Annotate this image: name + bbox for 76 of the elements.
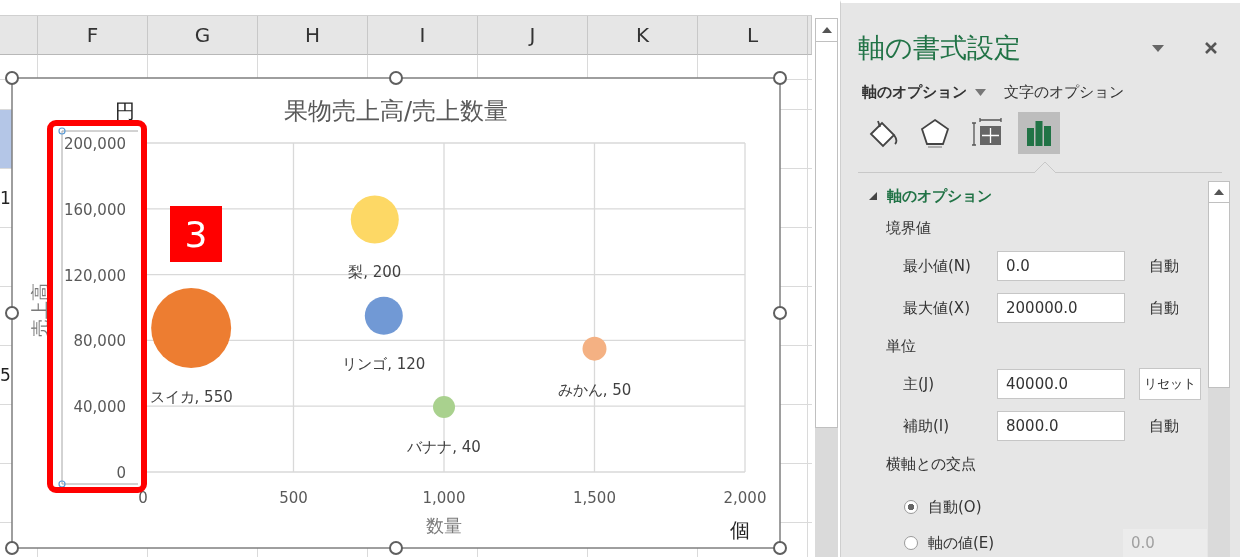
- reset-button[interactable]: リセット: [1139, 368, 1201, 400]
- bar-chart-icon: [1024, 118, 1054, 148]
- group-label: 境界値: [885, 217, 932, 239]
- resize-handle[interactable]: [5, 71, 19, 85]
- input-field[interactable]: 40000.0: [997, 369, 1125, 399]
- data-label: 梨, 200: [348, 263, 402, 282]
- axis-tick-label: 1,000: [422, 489, 466, 507]
- chart-title: 果物売上高/売上数量: [283, 97, 509, 125]
- pane-title: 軸の書式設定: [858, 31, 1022, 65]
- scroll-up-button[interactable]: [1208, 181, 1230, 203]
- data-label: バナナ, 40: [407, 438, 481, 456]
- scroll-up-button[interactable]: [815, 18, 838, 42]
- radio-button[interactable]: [904, 500, 918, 514]
- column-header[interactable]: G: [148, 16, 258, 55]
- axis-tick-label: 40,000: [73, 398, 126, 417]
- size-properties-icon: [971, 117, 1003, 149]
- auto-label: 自動: [1149, 298, 1179, 318]
- pentagon-icon: [919, 117, 951, 149]
- input-field[interactable]: 8000.0: [997, 411, 1125, 441]
- radio-label[interactable]: 自動(O): [928, 497, 982, 517]
- field-label: 補助(I): [903, 416, 951, 436]
- group-label: 単位: [885, 335, 917, 357]
- section-title[interactable]: 軸のオプション: [887, 186, 992, 206]
- caret-icon: [975, 89, 986, 96]
- expand-icon[interactable]: [868, 191, 878, 201]
- data-label: リンゴ, 120: [342, 354, 426, 373]
- tab[interactable]: 文字のオプション: [1000, 81, 1128, 104]
- tab[interactable]: 軸のオプション: [858, 81, 990, 104]
- column-header[interactable]: K: [588, 16, 698, 55]
- column-header[interactable]: J: [478, 16, 588, 55]
- resize-handle[interactable]: [773, 306, 787, 320]
- resize-handle[interactable]: [773, 71, 787, 85]
- sheet-cell[interactable]: 1: [0, 169, 12, 227]
- scrollbar-thumb[interactable]: [1208, 203, 1230, 388]
- axis-title: 数量: [426, 515, 462, 536]
- axis-tick-label: 0: [116, 464, 126, 482]
- up-arrow-icon: [821, 27, 832, 33]
- axis-tick-label: 120,000: [63, 266, 126, 285]
- resize-handle[interactable]: [5, 306, 19, 320]
- caret-icon: [1152, 44, 1164, 52]
- input-field[interactable]: 0.0: [997, 251, 1125, 281]
- data-label: みかん, 50: [557, 380, 632, 399]
- input-field[interactable]: 200000.0: [997, 293, 1125, 323]
- up-arrow-icon: [1214, 189, 1224, 195]
- axis-tick-label: 200,000: [63, 135, 126, 153]
- field-label: 最大値(X): [903, 298, 971, 318]
- step-badge: 3: [170, 206, 222, 262]
- column-header[interactable]: F: [38, 16, 148, 55]
- column-header[interactable]: I: [368, 16, 478, 55]
- resize-handle[interactable]: [773, 541, 787, 555]
- sheet-cell[interactable]: [0, 110, 12, 168]
- resize-handle[interactable]: [389, 71, 403, 85]
- column-header[interactable]: H: [258, 16, 368, 55]
- auto-label: 自動: [1149, 256, 1179, 276]
- close-icon: [1204, 41, 1218, 55]
- resize-handle[interactable]: [5, 541, 19, 555]
- scrollbar-thumb[interactable]: [815, 42, 838, 428]
- unit-label: 個: [730, 518, 750, 542]
- field-label: 主(J): [903, 374, 936, 394]
- axis-tick-label: 0: [138, 489, 148, 507]
- radio-label[interactable]: 軸の値(E): [928, 533, 995, 553]
- sheet-cell[interactable]: 5: [0, 346, 12, 404]
- group-label: 横軸との交点: [885, 453, 977, 475]
- unit-label: 円: [115, 99, 135, 123]
- axis-tick-label: 80,000: [73, 332, 126, 351]
- column-header[interactable]: L: [698, 16, 808, 55]
- resize-handle[interactable]: [389, 541, 403, 555]
- axis-tick-label: 2,000: [723, 489, 767, 507]
- auto-label: 自動: [1149, 416, 1179, 436]
- chart-area[interactable]: [11, 77, 781, 549]
- field-label: 最小値(N): [903, 256, 972, 276]
- axis-tick-label: 1,500: [573, 489, 616, 507]
- axis-tick-label: 160,000: [63, 200, 126, 219]
- data-label: スイカ, 550: [149, 388, 233, 407]
- axis-tick-label: 500: [279, 489, 308, 507]
- radio-button[interactable]: [904, 536, 918, 550]
